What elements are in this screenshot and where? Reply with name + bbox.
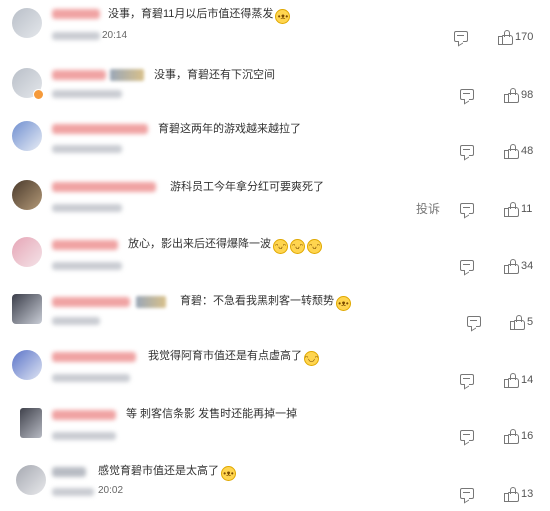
reply-icon[interactable] bbox=[467, 316, 481, 327]
comment-text: 我觉得阿育市值还是有点虚高了 ᵔ◡ᵔ bbox=[148, 349, 319, 366]
comment-item: 等 刺客信条影 发售时还能再掉一掉 16 bbox=[0, 400, 550, 457]
comment-text: 等 刺客信条影 发售时还能再掉一掉 bbox=[126, 407, 297, 421]
date-blur bbox=[52, 488, 94, 496]
reply-icon[interactable] bbox=[460, 374, 474, 385]
like-count: 11 bbox=[521, 203, 533, 215]
avatar[interactable] bbox=[12, 294, 42, 324]
date-blur bbox=[52, 317, 100, 325]
comment-list: 没事，育碧11月以后市值还得蒸发 •ᴥ• 20:14 170 没事，育碧还有下沉空… bbox=[0, 0, 550, 511]
reply-icon[interactable] bbox=[460, 203, 474, 214]
reply-icon[interactable] bbox=[460, 145, 474, 156]
comment-text-content: 放心，影出来后还得爆降一波 bbox=[128, 238, 271, 250]
like-icon[interactable] bbox=[504, 373, 519, 388]
reply-icon[interactable] bbox=[460, 260, 474, 271]
like-count: 14 bbox=[521, 374, 534, 386]
comment-item: 放心，影出来后还得爆降一波 ᵔᴗᵔ ᵔᴗᵔ ᵔᴗᵔ 34 bbox=[0, 228, 550, 285]
like-icon[interactable] bbox=[504, 259, 519, 274]
date-blur bbox=[52, 145, 122, 153]
like-count: 16 bbox=[521, 430, 534, 442]
user-name[interactable] bbox=[52, 240, 118, 250]
like-icon[interactable] bbox=[504, 202, 519, 217]
reply-icon[interactable] bbox=[460, 89, 474, 100]
fan-badge bbox=[136, 296, 166, 308]
avatar[interactable] bbox=[16, 465, 46, 495]
user-name[interactable] bbox=[52, 352, 136, 362]
comment-text-content: 育碧：不急看我黑刺客一转颓势 bbox=[180, 295, 334, 307]
doge-emoji: •ᴥ• bbox=[275, 9, 291, 24]
yum-emoji: ᵔᴗᵔ bbox=[273, 239, 288, 254]
comment-item: 我觉得阿育市值还是有点虚高了 ᵔ◡ᵔ 14 bbox=[0, 342, 550, 399]
like-icon[interactable] bbox=[504, 88, 519, 103]
comment-text-content: 没事，育碧还有下沉空间 bbox=[154, 69, 275, 81]
avatar[interactable] bbox=[12, 237, 42, 267]
user-name[interactable] bbox=[52, 410, 116, 420]
like-count: 13 bbox=[521, 488, 534, 500]
like-count: 5 bbox=[527, 316, 534, 328]
grin-emoji: ᵔ◡ᵔ bbox=[304, 351, 319, 366]
comment-item: 游科员工今年拿分红可要爽死了 投诉 11 bbox=[0, 170, 550, 227]
reply-icon[interactable] bbox=[460, 488, 474, 499]
avatar[interactable] bbox=[12, 350, 42, 380]
date-blur bbox=[52, 204, 122, 212]
user-name[interactable] bbox=[52, 467, 86, 477]
date-blur bbox=[52, 374, 130, 382]
comment-item: 育碧这两年的游戏越来越拉了 48 bbox=[0, 115, 550, 172]
user-name[interactable] bbox=[52, 70, 106, 80]
yum-emoji: ᵔᴗᵔ bbox=[290, 239, 305, 254]
comment-text-content: 等 刺客信条影 发售时还能再掉一掉 bbox=[126, 408, 298, 420]
comment-time: 20:14 bbox=[102, 30, 128, 41]
avatar[interactable] bbox=[12, 121, 42, 151]
like-icon[interactable] bbox=[498, 30, 513, 45]
comment-text: 放心，影出来后还得爆降一波 ᵔᴗᵔ ᵔᴗᵔ ᵔᴗᵔ bbox=[128, 237, 322, 254]
like-count: 34 bbox=[521, 260, 534, 272]
comment-item: 育碧：不急看我黑刺客一转颓势 •ᴥ• 5 bbox=[0, 285, 550, 342]
comment-text: 游科员工今年拿分红可要爽死了 bbox=[170, 180, 324, 194]
like-icon[interactable] bbox=[504, 144, 519, 159]
fan-badge bbox=[110, 69, 144, 81]
date-blur bbox=[52, 90, 122, 98]
comment-text: 没事，育碧还有下沉空间 bbox=[154, 68, 275, 82]
comment-item: 没事，育碧11月以后市值还得蒸发 •ᴥ• 20:14 170 bbox=[0, 0, 550, 57]
comment-text-content: 育碧这两年的游戏越来越拉了 bbox=[158, 123, 301, 135]
like-icon[interactable] bbox=[504, 487, 519, 502]
comment-item: 没事，育碧还有下沉空间 98 bbox=[0, 58, 550, 115]
comment-text-content: 游科员工今年拿分红可要爽死了 bbox=[170, 181, 324, 193]
date-blur bbox=[52, 32, 100, 40]
like-icon[interactable] bbox=[504, 429, 519, 444]
comment-text-content: 感觉育碧市值还是太高了 bbox=[98, 465, 219, 477]
reply-icon[interactable] bbox=[460, 430, 474, 441]
avatar[interactable] bbox=[12, 180, 42, 210]
avatar[interactable] bbox=[20, 408, 42, 438]
date-blur bbox=[52, 432, 116, 440]
comment-text: 育碧这两年的游戏越来越拉了 bbox=[158, 122, 301, 136]
user-name[interactable] bbox=[52, 124, 148, 134]
reply-icon[interactable] bbox=[454, 31, 468, 42]
comment-item: 感觉育碧市值还是太高了 •ᴥ• 20:02 13 bbox=[0, 457, 550, 511]
comment-text: 感觉育碧市值还是太高了 •ᴥ• bbox=[98, 464, 236, 481]
user-name[interactable] bbox=[52, 182, 156, 192]
comment-time: 20:02 bbox=[98, 485, 124, 496]
comment-text-content: 我觉得阿育市值还是有点虚高了 bbox=[148, 350, 302, 362]
comment-text-content: 没事，育碧11月以后市值还得蒸发 bbox=[108, 8, 274, 20]
yum-emoji: ᵔᴗᵔ bbox=[307, 239, 322, 254]
doge-emoji: •ᴥ• bbox=[221, 466, 236, 481]
report-button[interactable]: 投诉 bbox=[416, 200, 440, 217]
avatar[interactable] bbox=[12, 8, 42, 38]
like-icon[interactable] bbox=[510, 315, 525, 330]
user-name[interactable] bbox=[52, 297, 130, 307]
like-count: 48 bbox=[521, 145, 534, 157]
avatar[interactable] bbox=[12, 68, 44, 100]
verified-badge-icon bbox=[33, 89, 44, 100]
like-count: 170 bbox=[515, 31, 534, 43]
user-name[interactable] bbox=[52, 9, 100, 19]
comment-text: 育碧：不急看我黑刺客一转颓势 •ᴥ• bbox=[180, 294, 351, 311]
like-count: 98 bbox=[521, 89, 534, 101]
doge-emoji: •ᴥ• bbox=[336, 296, 351, 311]
comment-text: 没事，育碧11月以后市值还得蒸发 •ᴥ• bbox=[108, 7, 291, 24]
date-blur bbox=[52, 262, 122, 270]
